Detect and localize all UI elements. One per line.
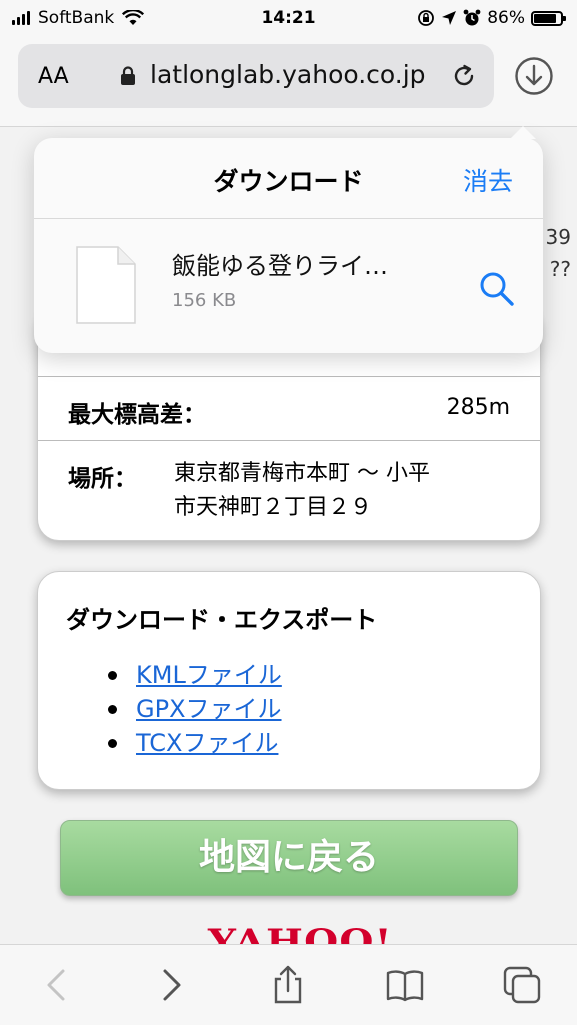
location-label: 場所： xyxy=(68,466,137,492)
export-title: ダウンロード・エクスポート xyxy=(66,606,378,634)
back-icon[interactable] xyxy=(38,965,78,1005)
location-value: 東京都青梅市本町 〜 小平 市天神町２丁目２９ xyxy=(174,457,430,525)
text-size-label: AA xyxy=(38,64,69,89)
battery-icon xyxy=(531,10,566,26)
status-bar: SoftBank 14:21 86% xyxy=(0,0,577,38)
alarm-icon xyxy=(463,9,481,26)
magnifier-icon[interactable] xyxy=(478,270,516,308)
download-icon[interactable] xyxy=(514,56,554,96)
battery-fill xyxy=(534,13,557,23)
forward-icon[interactable] xyxy=(150,965,190,1005)
location-icon xyxy=(442,11,457,25)
share-icon[interactable] xyxy=(268,965,308,1005)
back-to-map-button[interactable]: 地図に戻る xyxy=(60,820,518,896)
download-popover: ダウンロード 消去 飯能ゆる登りライ… 156 KB xyxy=(34,126,543,353)
text-size-button[interactable]: AA xyxy=(38,64,69,89)
location-row: 場所： 東京都青梅市本町 〜 小平 市天神町２丁目２９ xyxy=(38,440,540,540)
export-list: KMLファイル GPXファイル TCXファイル xyxy=(108,658,282,760)
reload-icon[interactable] xyxy=(450,62,478,90)
edge-text-1: 39 xyxy=(545,225,571,249)
export-card: ダウンロード・エクスポート KMLファイル GPXファイル TCXファイル xyxy=(37,571,541,790)
tcx-file-link[interactable]: TCXファイル xyxy=(136,729,278,757)
edge-text-2: ?? xyxy=(549,257,571,281)
download-file-name[interactable]: 飯能ゆる登りライ… xyxy=(172,246,388,281)
orientation-lock-icon xyxy=(418,10,435,26)
url-text[interactable]: latlonglab.yahoo.co.jp xyxy=(150,60,426,89)
clear-button[interactable]: 消去 xyxy=(463,162,513,198)
list-item: GPXファイル xyxy=(108,692,282,726)
bookmarks-icon[interactable] xyxy=(385,965,425,1005)
max-elevation-label: 最大標高差： xyxy=(68,402,206,428)
max-elevation-row: 最大標高差： 285m xyxy=(38,376,540,441)
gpx-file-link[interactable]: GPXファイル xyxy=(136,695,282,723)
list-item: TCXファイル xyxy=(108,726,282,760)
location-line-2: 市天神町２丁目２９ xyxy=(174,495,373,520)
max-elevation-value: 285m xyxy=(446,395,510,420)
download-file-size: 156 KB xyxy=(172,290,237,311)
file-icon xyxy=(76,246,136,324)
battery-percent: 86% xyxy=(487,8,525,28)
kml-file-link[interactable]: KMLファイル xyxy=(136,661,282,689)
status-right: 86% xyxy=(417,8,566,28)
location-line-1: 東京都青梅市本町 〜 小平 xyxy=(174,461,430,486)
browser-address-area: AA latlonglab.yahoo.co.jp xyxy=(0,38,577,127)
list-item: KMLファイル xyxy=(108,658,282,692)
lock-icon xyxy=(121,66,135,85)
address-bar[interactable]: AA latlonglab.yahoo.co.jp xyxy=(18,44,494,108)
popover-header: ダウンロード 消去 xyxy=(34,138,543,219)
tabs-icon[interactable] xyxy=(502,965,542,1005)
browser-toolbar xyxy=(0,944,577,1025)
